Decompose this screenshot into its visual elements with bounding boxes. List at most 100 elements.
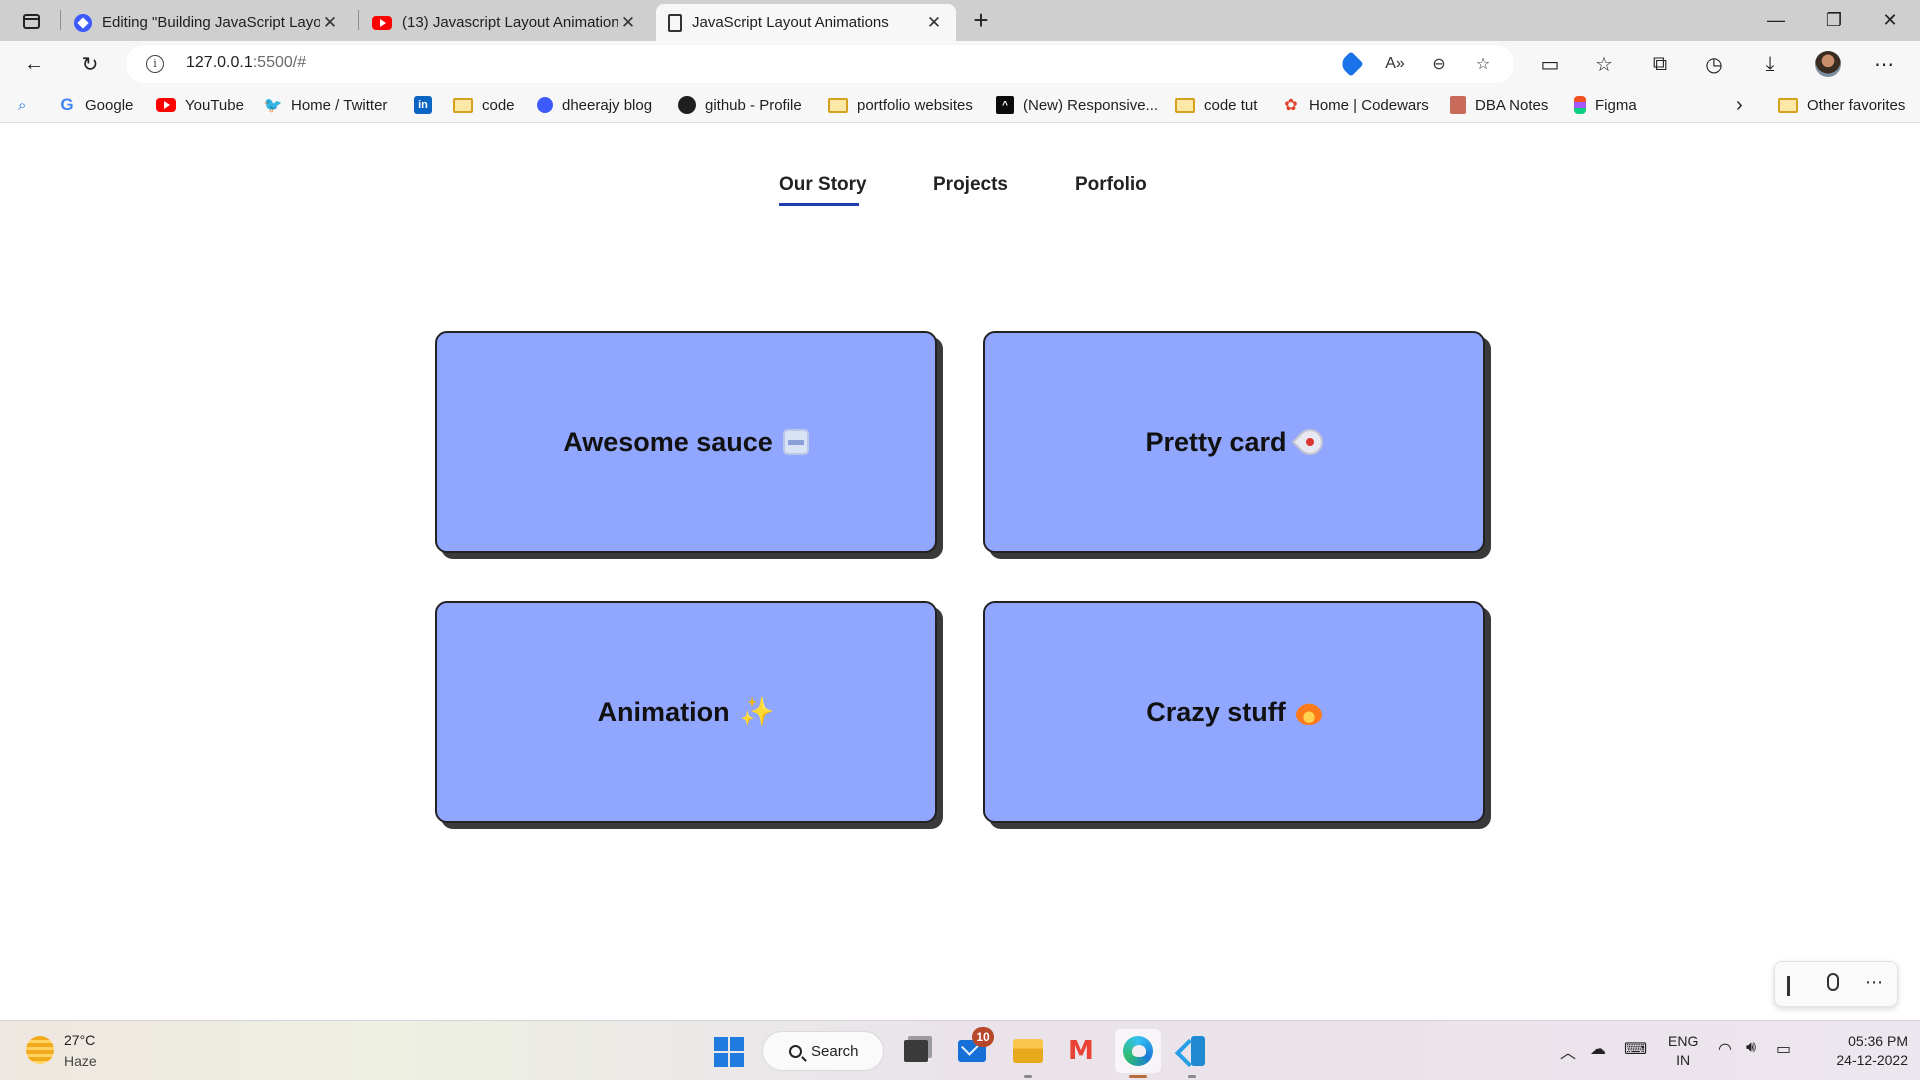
tab-youtube[interactable]: (13) Javascript Layout Animation ✕	[360, 4, 650, 41]
tab-title: Editing "Building JavaScript Layo	[102, 14, 320, 31]
fav-github[interactable]: github - Profile	[678, 93, 802, 117]
weather-description[interactable]: Haze	[64, 1053, 97, 1069]
fav-dheerajy-blog[interactable]: dheerajy blog	[537, 93, 652, 117]
onedrive-cloud-icon[interactable]: ☁	[1590, 1039, 1606, 1059]
cast-icon[interactable]: ▭	[1534, 49, 1566, 79]
card-awesome-sauce[interactable]: Awesome sauce	[435, 331, 937, 553]
codewars-icon: ✿	[1284, 97, 1298, 114]
voice-typing-toolbar: ⋯	[1774, 961, 1898, 1007]
card-pretty-card[interactable]: Pretty card	[983, 331, 1485, 553]
edit-icon	[74, 13, 92, 32]
zoom-out-icon[interactable]: ⊖	[1426, 52, 1452, 76]
fav-label: portfolio websites	[857, 96, 973, 114]
more-menu-icon[interactable]: ⋯	[1868, 49, 1900, 79]
address-bar[interactable]: i 127.0.0.1:5500/# A» ⊖ ☆	[126, 45, 1514, 83]
fav-google[interactable]: G Google	[58, 93, 133, 117]
fav-twitter[interactable]: 🐦 Home / Twitter	[263, 93, 388, 117]
fav-dba-notes[interactable]: DBA Notes	[1450, 93, 1548, 117]
fav-figma[interactable]: Figma	[1574, 93, 1637, 117]
close-tab-icon[interactable]: ✕	[924, 13, 944, 33]
close-window-button[interactable]: ✕	[1862, 0, 1918, 40]
twitter-icon: 🐦	[263, 97, 283, 114]
fav-portfolio-websites[interactable]: portfolio websites	[828, 93, 973, 117]
show-hidden-icons-chevron-icon[interactable]: ︿	[1560, 1039, 1576, 1063]
jar-emoji-icon	[782, 429, 809, 455]
restore-button[interactable]: ❐	[1806, 0, 1862, 40]
more-options-icon[interactable]: ⋯	[1865, 972, 1884, 993]
favorites-icon[interactable]: ☆	[1588, 49, 1620, 79]
start-button[interactable]	[714, 1037, 744, 1067]
battery-icon[interactable]: ▭	[1776, 1039, 1791, 1059]
history-icon[interactable]: ◷	[1698, 49, 1730, 79]
language-indicator[interactable]: ENG IN	[1668, 1032, 1698, 1070]
nav-projects[interactable]: Projects	[933, 174, 1008, 196]
blog-icon	[537, 97, 553, 113]
edge-app[interactable]	[1118, 1033, 1158, 1069]
frontend-mentor-icon: ^	[996, 96, 1014, 114]
refresh-button[interactable]: ↻	[74, 49, 106, 79]
vscode-app[interactable]	[1172, 1033, 1212, 1069]
drag-handle-icon[interactable]	[1787, 976, 1790, 996]
fav-code-tut[interactable]: code tut	[1175, 93, 1257, 117]
system-clock[interactable]: 05:36 PM 24-12-2022	[1812, 1032, 1908, 1070]
sparkles-emoji-icon: ✨	[739, 696, 775, 727]
shopping-tag-icon[interactable]	[1338, 51, 1364, 77]
close-tab-icon[interactable]: ✕	[320, 13, 340, 33]
fav-codewars[interactable]: ✿ Home | Codewars	[1282, 93, 1429, 117]
back-button[interactable]: ←	[18, 49, 50, 79]
add-favorite-icon[interactable]: ☆	[1470, 52, 1496, 76]
fav-linkedin[interactable]: in	[414, 93, 441, 117]
fav-responsive[interactable]: ^ (New) Responsive...	[996, 93, 1158, 117]
microphone-icon[interactable]	[1827, 973, 1839, 991]
fav-label: github - Profile	[705, 96, 802, 114]
mail-badge: 10	[972, 1027, 994, 1047]
tab-separator	[358, 10, 359, 30]
folder-icon	[453, 97, 473, 113]
touch-keyboard-icon[interactable]: ⌨	[1624, 1039, 1647, 1059]
close-tab-icon[interactable]: ✕	[618, 13, 638, 33]
weather-temperature[interactable]: 27°C	[64, 1032, 95, 1048]
fav-other-favorites[interactable]: Other favorites	[1778, 93, 1905, 117]
tab-actions-button[interactable]	[14, 8, 48, 34]
profile-avatar[interactable]	[1812, 49, 1844, 79]
running-indicator	[1188, 1075, 1196, 1078]
fav-label: Home | Codewars	[1309, 96, 1429, 114]
fav-code[interactable]: code	[453, 93, 515, 117]
card-animation[interactable]: Animation ✨	[435, 601, 937, 823]
gmail-app[interactable]: M	[1062, 1033, 1102, 1069]
fav-label: code tut	[1204, 96, 1258, 114]
youtube-icon	[156, 98, 176, 112]
url-text[interactable]: 127.0.0.1:5500/#	[186, 54, 306, 72]
region-code: IN	[1676, 1052, 1691, 1068]
read-aloud-icon[interactable]: A»	[1382, 52, 1408, 76]
site-info-icon[interactable]: i	[146, 55, 164, 73]
nav-active-underline	[779, 203, 859, 206]
figma-icon	[1574, 96, 1586, 114]
mail-app[interactable]: 10	[952, 1027, 994, 1069]
minimize-button[interactable]: —	[1748, 0, 1804, 40]
card-crazy-stuff[interactable]: Crazy stuff	[983, 601, 1485, 823]
task-view-button[interactable]	[896, 1033, 936, 1069]
card-title-row: Awesome sauce	[563, 427, 809, 458]
volume-icon[interactable]: 🔊︎	[1746, 1039, 1756, 1057]
folder-icon	[828, 97, 848, 113]
file-explorer-app[interactable]	[1008, 1033, 1048, 1069]
collections-icon[interactable]: ⧉	[1644, 49, 1676, 79]
favorites-overflow-chevron-icon[interactable]: ›	[1736, 93, 1743, 117]
vscode-icon	[1177, 1036, 1207, 1066]
fav-youtube[interactable]: YouTube	[156, 93, 244, 117]
wifi-icon[interactable]: ◠	[1718, 1039, 1732, 1059]
fav-label: YouTube	[185, 96, 244, 114]
taskbar-search[interactable]: Search	[762, 1031, 884, 1071]
new-tab-button[interactable]: +	[966, 6, 996, 36]
nav-portfolio[interactable]: Porfolio	[1075, 174, 1147, 196]
search-icon[interactable]: ⌕	[18, 93, 26, 117]
downloads-icon[interactable]: ⤓	[1754, 49, 1786, 79]
clock-date: 24-12-2022	[1836, 1052, 1908, 1068]
google-icon: G	[60, 95, 74, 114]
tab-editing[interactable]: Editing "Building JavaScript Layo ✕	[62, 4, 352, 41]
running-indicator	[1024, 1075, 1032, 1078]
tab-active-page[interactable]: JavaScript Layout Animations ✕	[656, 4, 956, 41]
nav-our-story[interactable]: Our Story	[779, 174, 867, 196]
weather-haze-icon[interactable]	[26, 1036, 54, 1064]
